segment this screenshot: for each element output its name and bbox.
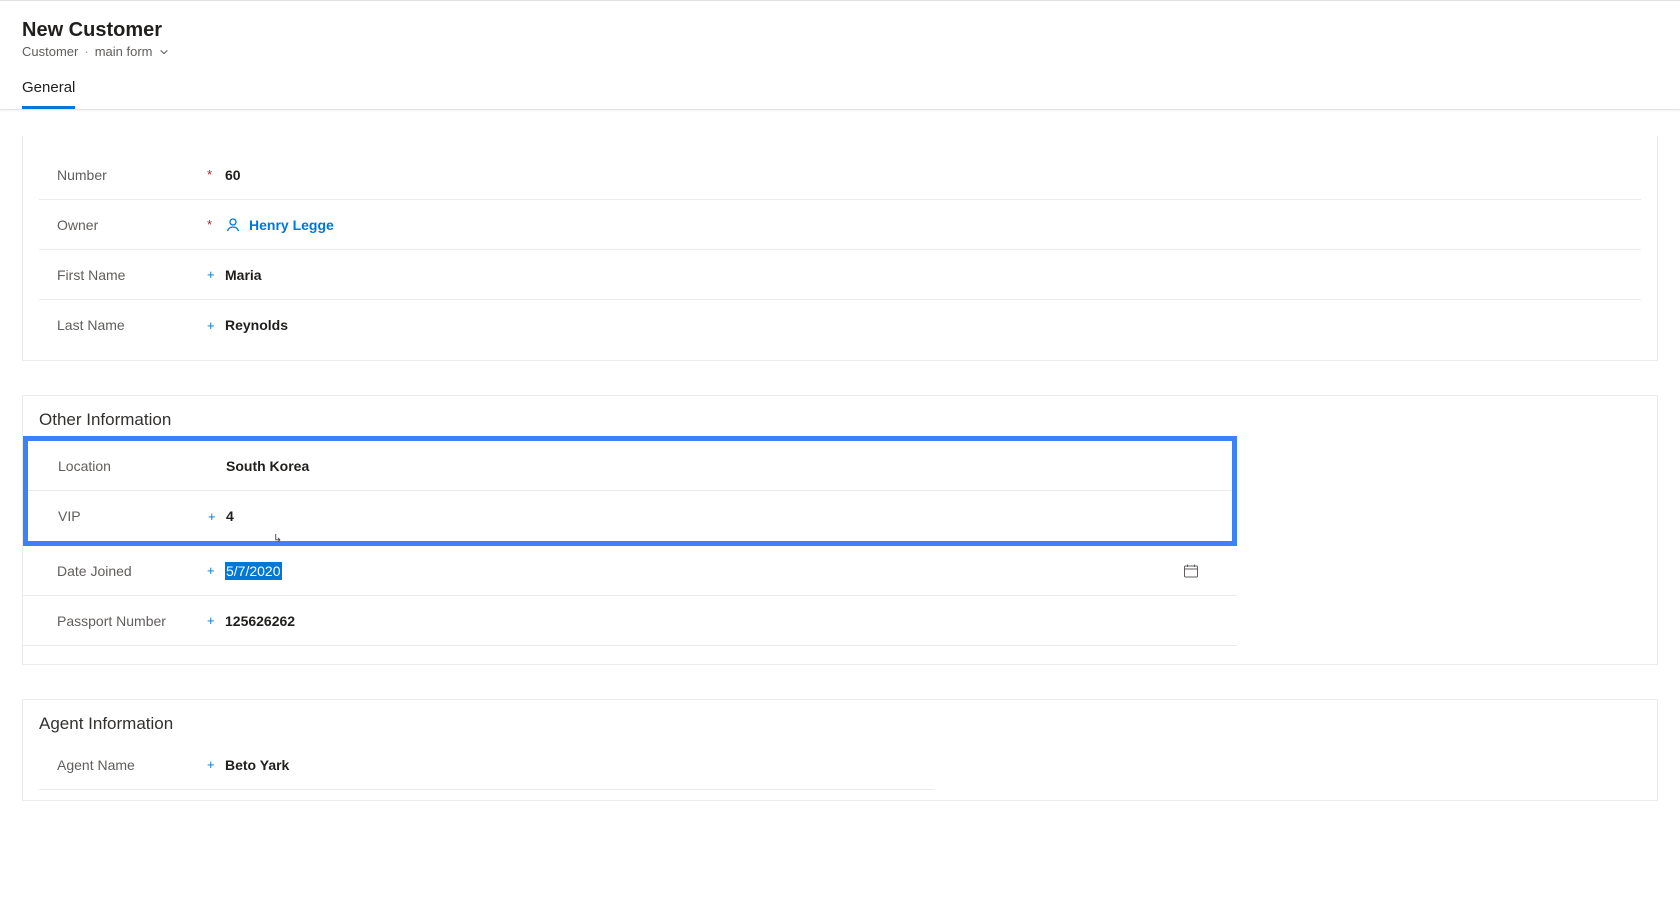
section-other-information: Other Information Location South Korea V… [22,395,1658,665]
section-other-body: Location South Korea VIP + 4 ↳ Date Join… [23,436,1237,646]
recommended-mark: + [207,757,225,772]
field-location[interactable]: Location South Korea [28,441,1232,491]
owner-name: Henry Legge [249,217,334,233]
owner-lookup-link[interactable]: Henry Legge [225,217,334,233]
field-value[interactable]: 4 [226,504,1214,528]
section-title: Agent Information [23,700,1657,740]
field-label: Passport Number [57,613,207,629]
field-label: Agent Name [57,757,207,773]
field-vip[interactable]: VIP + 4 [28,491,1232,541]
field-label: Owner [57,217,207,233]
highlighted-region: Location South Korea VIP + 4 [23,436,1237,546]
recommended-mark: + [207,613,225,628]
breadcrumb: Customer · main form [22,44,1658,59]
section-agent-information: Agent Information Agent Name + Beto Yark [22,699,1658,801]
field-value[interactable]: 5/7/2020 [225,558,1219,584]
field-value[interactable]: 125626262 [225,609,1219,633]
section-title: Other Information [23,396,1657,436]
field-value[interactable]: Reynolds [225,313,1623,337]
recommended-mark: + [208,509,226,524]
field-label: Last Name [57,317,207,333]
required-mark: * [207,217,225,232]
field-agent-name[interactable]: Agent Name + Beto Yark [39,740,935,790]
form-body: Number * 60 Owner * Henry Legge First Na… [0,110,1680,875]
form-selector[interactable]: main form [95,44,169,59]
field-value[interactable]: 60 [225,163,1623,187]
field-value[interactable]: Henry Legge [225,213,1623,237]
page-title: New Customer [22,19,1658,42]
field-last-name[interactable]: Last Name + Reynolds [39,300,1641,350]
recommended-mark: + [207,318,225,333]
field-first-name[interactable]: First Name + Maria [39,250,1641,300]
required-mark: * [207,167,225,182]
field-owner[interactable]: Owner * Henry Legge [39,200,1641,250]
field-passport-number[interactable]: Passport Number + 125626262 [23,596,1237,646]
form-header: New Customer Customer · main form Genera… [0,0,1680,110]
field-value[interactable]: Maria [225,263,1623,287]
breadcrumb-dot: · [84,44,88,59]
calendar-icon[interactable] [1183,563,1199,579]
field-label: Location [58,458,208,474]
chevron-down-icon [159,47,169,57]
field-label: Number [57,167,207,183]
field-value[interactable]: Beto Yark [225,753,917,777]
tab-general[interactable]: General [22,73,75,109]
recommended-mark: + [207,563,225,578]
entity-name: Customer [22,44,78,59]
field-label: VIP [58,508,208,524]
recommended-mark: + [207,267,225,282]
field-label: Date Joined [57,563,207,579]
date-value-selected[interactable]: 5/7/2020 [225,562,282,580]
field-date-joined[interactable]: ↳ Date Joined + 5/7/2020 [23,546,1237,596]
form-selector-label: main form [95,44,153,59]
section-general: Number * 60 Owner * Henry Legge First Na… [22,136,1658,361]
tab-list: General [22,73,1658,109]
field-label: First Name [57,267,207,283]
person-icon [225,217,241,233]
field-number[interactable]: Number * 60 [39,150,1641,200]
page-root: New Customer Customer · main form Genera… [0,0,1680,875]
field-value[interactable]: South Korea [226,454,1214,478]
